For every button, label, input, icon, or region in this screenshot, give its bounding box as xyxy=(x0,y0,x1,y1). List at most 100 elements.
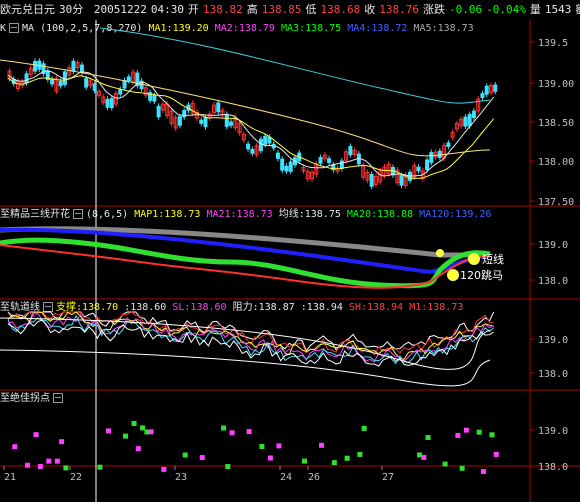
signal-dot xyxy=(302,458,307,464)
candle-body xyxy=(246,143,251,150)
candle-body xyxy=(339,160,344,169)
signal-dot xyxy=(148,429,154,435)
gd-plot[interactable] xyxy=(0,311,495,387)
candle-body xyxy=(263,135,268,145)
candle-body xyxy=(152,94,157,102)
candle-body xyxy=(224,113,229,127)
candle-body xyxy=(480,93,485,98)
signal-dot xyxy=(267,455,273,461)
candle-body xyxy=(416,166,421,172)
candle-body xyxy=(399,175,404,186)
candle-body xyxy=(216,102,221,113)
candle-body xyxy=(109,98,114,109)
signal-dot xyxy=(357,451,363,457)
signal-dot xyxy=(221,425,227,431)
candle-body xyxy=(156,105,161,118)
signal-dot xyxy=(455,432,461,438)
candle-body xyxy=(199,119,204,124)
signal-dot xyxy=(276,443,282,449)
ma-line-long xyxy=(0,59,491,157)
y-tick-label: 138.0 xyxy=(538,276,568,287)
candle-body xyxy=(275,152,280,159)
candle-body xyxy=(463,116,468,127)
candle-body xyxy=(182,110,187,118)
signal-dot xyxy=(106,428,111,434)
x-tick-label: 22 xyxy=(70,472,82,483)
signal-dot xyxy=(421,454,427,460)
signal-dot xyxy=(459,465,465,471)
candle-body xyxy=(471,110,476,119)
signal-dot xyxy=(140,425,146,431)
track-envelope xyxy=(0,349,491,387)
marker-dot xyxy=(436,249,444,257)
signal-dot xyxy=(489,432,495,438)
signal-dot xyxy=(331,460,337,466)
candle-body xyxy=(79,64,84,74)
candle-body xyxy=(267,136,272,144)
candle-body xyxy=(348,145,353,156)
jp-plot[interactable] xyxy=(0,226,491,289)
chart-canvas[interactable]: 139.5 139.00 138.50 138.00 137.50 139.0 138.0 1… xyxy=(0,0,580,502)
shortline-label: 短线 xyxy=(482,252,504,266)
y-tick-label: 138.0 xyxy=(538,462,568,473)
candle-body xyxy=(484,85,489,95)
signal-dot xyxy=(199,455,205,461)
candle-body xyxy=(318,157,323,164)
candle-body xyxy=(50,78,55,85)
kline-plot[interactable] xyxy=(0,27,498,190)
candle-body xyxy=(122,79,127,89)
signal-dot xyxy=(229,430,235,436)
signal-dot xyxy=(246,429,252,435)
signal-dot xyxy=(135,446,141,452)
signal-dot xyxy=(59,439,65,445)
price-axis: 139.5 139.00 138.50 138.00 137.50 139.0 138.0 1… xyxy=(530,38,574,473)
jump-label: 120跳马 xyxy=(460,268,503,282)
signal-dot xyxy=(54,458,60,464)
candle-body xyxy=(33,60,38,72)
candle-body xyxy=(284,165,289,172)
candle-body xyxy=(24,73,29,84)
y-tick-label: 137.50 xyxy=(538,197,574,208)
signal-dot xyxy=(225,464,231,470)
signal-dot xyxy=(476,429,482,435)
candle-body xyxy=(369,173,374,187)
track-line xyxy=(7,311,494,356)
candle-body xyxy=(493,84,498,92)
candle-body xyxy=(229,121,234,126)
signal-dot xyxy=(417,452,423,458)
time-axis: 21 22 23 24 26 27 xyxy=(3,466,394,483)
y-tick-label: 139.0 xyxy=(538,240,568,251)
signal-dot xyxy=(442,461,448,467)
signal-dot xyxy=(12,444,18,450)
signal-dot xyxy=(63,465,69,471)
candle-body xyxy=(84,78,89,88)
signal-dot xyxy=(493,451,499,457)
signal-dot xyxy=(463,427,469,433)
y-tick-label: 139.00 xyxy=(538,79,574,90)
shortline-marker-icon xyxy=(468,253,480,265)
y-tick-label: 138.0 xyxy=(538,369,568,380)
candle-body xyxy=(118,89,123,95)
y-tick-label: 139.5 xyxy=(538,38,568,49)
candle-body xyxy=(58,80,63,87)
signal-dot xyxy=(33,432,39,438)
candle-body xyxy=(429,152,434,163)
signal-dot xyxy=(25,462,31,468)
track-line xyxy=(7,311,495,352)
signal-dot xyxy=(144,429,150,435)
candle-body xyxy=(327,158,332,164)
candle-body xyxy=(280,158,285,171)
signal-dot xyxy=(97,464,103,470)
candle-body xyxy=(425,159,430,171)
signal-dot xyxy=(131,420,137,426)
candle-body xyxy=(203,117,208,128)
candle-body xyxy=(62,71,67,85)
signal-dot xyxy=(425,435,431,441)
x-tick-label: 27 xyxy=(382,472,394,483)
y-tick-label: 139.0 xyxy=(538,426,568,437)
candle-body xyxy=(250,148,255,154)
candle-body xyxy=(437,150,442,158)
signal-dot xyxy=(361,425,367,431)
ma-line xyxy=(7,75,495,179)
candle-body xyxy=(446,142,451,147)
